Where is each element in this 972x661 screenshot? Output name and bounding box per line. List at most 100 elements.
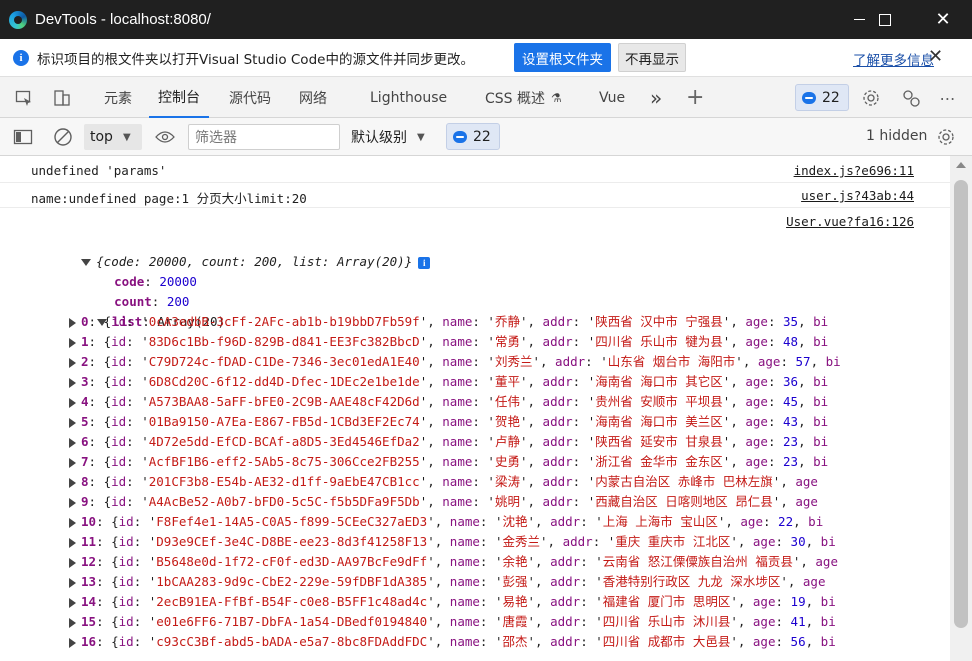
expand-triangle-icon	[69, 437, 76, 448]
console-output[interactable]: undefined 'params' index.js?e696:11 name…	[0, 156, 950, 661]
item-name: 董平	[494, 374, 520, 389]
item-id: C79D724c-fDAD-C1De-7346-3ec01edA1E40	[148, 354, 420, 369]
tab-lighthouse[interactable]: Lighthouse	[370, 77, 447, 118]
list-item[interactable]: 11: {id: 'D93e9CEf-3e4C-D8BE-ee23-8d3f41…	[69, 532, 836, 552]
list-item[interactable]: 10: {id: 'F8Fef4e1-14A5-C0A5-f899-5CEeC3…	[69, 512, 823, 532]
item-name: 常勇	[494, 334, 520, 349]
item-age: 30	[790, 534, 806, 549]
item-age: 36	[783, 374, 799, 389]
item-index: 1	[81, 334, 89, 349]
filter-placeholder: 筛选器	[195, 130, 237, 146]
expand-triangle-icon	[69, 377, 76, 388]
more-options-icon[interactable]: ⋯	[938, 88, 958, 108]
item-name-key: name	[442, 474, 473, 489]
list-item[interactable]: 14: {id: '2ecB91EA-FfBf-B54F-c0e8-B5FF1c…	[69, 592, 836, 612]
filter-input[interactable]: 筛选器	[188, 124, 340, 150]
item-age-key: age	[757, 354, 781, 369]
share-feedback-icon[interactable]	[901, 88, 921, 108]
more-tabs-icon[interactable]: »	[650, 77, 662, 118]
add-tab-icon[interactable]: +	[686, 77, 704, 118]
list-item[interactable]: 8: {id: '201CF3b8-E54b-AE32-d1ff-9aEbE47…	[69, 472, 818, 492]
learn-more-link[interactable]: 了解更多信息	[853, 49, 934, 69]
set-root-folder-button[interactable]: 设置根文件夹	[514, 43, 611, 72]
close-window-button[interactable]: ✕	[920, 0, 966, 39]
list-item[interactable]: 0: {id: '0cA3edbB-3cFf-2AFc-ab1b-b19bbD7…	[69, 312, 828, 332]
item-birth-key: bi	[813, 394, 829, 409]
item-index: 7	[81, 454, 89, 469]
tab-sources[interactable]: 源代码	[229, 77, 271, 118]
infobar-close-icon[interactable]: ✕	[928, 46, 943, 67]
item-age: 23	[783, 434, 799, 449]
expand-triangle-icon	[69, 317, 76, 328]
item-birth-key: bi	[808, 514, 824, 529]
list-item[interactable]: 12: {id: 'B5648e0d-1f72-cF0f-ed3D-AA97Bc…	[69, 552, 838, 572]
list-item[interactable]: 2: {id: 'C79D724c-fDAD-C1De-7346-3ec01ed…	[69, 352, 841, 372]
item-index: 12	[81, 554, 97, 569]
console-source-link[interactable]: index.js?e696:11	[794, 163, 914, 178]
list-item[interactable]: 6: {id: '4D72e5dd-EfCD-BCAf-a8D5-3Ed4546…	[69, 432, 828, 452]
live-expression-eye-icon[interactable]	[155, 127, 175, 147]
item-addr-key: addr	[550, 594, 581, 609]
item-name: 易艳	[502, 594, 528, 609]
item-addr-key: addr	[542, 394, 573, 409]
object-summary-row[interactable]: {code: 20000, count: 200, list: Array(20…	[36, 232, 431, 269]
item-addr: 内蒙古自治区 赤峰市 巴林左旗	[595, 474, 773, 489]
item-addr: 福建省 厦门市 思明区	[602, 594, 731, 609]
item-birth-key: bi	[813, 434, 829, 449]
item-index: 16	[81, 634, 97, 649]
context-selector[interactable]: top ▼	[84, 124, 142, 150]
settings-gear-icon[interactable]	[861, 88, 881, 108]
list-item[interactable]: 4: {id: 'A573BAA8-5aFF-bFE0-2C9B-AAE48cF…	[69, 392, 828, 412]
item-name: 姚明	[494, 494, 520, 509]
item-birth-key: bi	[813, 314, 829, 329]
item-id-key: id	[111, 434, 127, 449]
maximize-button[interactable]	[862, 0, 908, 39]
console-issues-badge[interactable]: 22	[446, 123, 500, 150]
clear-console-icon[interactable]	[53, 127, 73, 147]
list-item[interactable]: 9: {id: 'A4AcBe52-A0b7-bFD0-5c5C-f5b5DFa…	[69, 492, 818, 512]
scroll-up-icon[interactable]	[956, 162, 966, 168]
item-addr-key: addr	[542, 374, 573, 389]
item-age: 23	[783, 454, 799, 469]
item-name: 余艳	[502, 554, 528, 569]
item-index: 6	[81, 434, 89, 449]
device-emulation-icon[interactable]	[52, 88, 72, 108]
tab-vue[interactable]: Vue	[599, 77, 625, 118]
hidden-messages-count[interactable]: 1 hidden	[866, 128, 927, 144]
console-scrollbar[interactable]	[950, 156, 972, 661]
item-addr: 四川省 乐山市 犍为县	[595, 334, 723, 349]
console-toolbar: top ▼ 筛选器 默认级别 ▼ 22 1 hidden	[0, 118, 972, 156]
item-age-key: age	[752, 634, 776, 649]
console-message-text: name:undefined page:1 分页大小limit:20	[31, 191, 307, 206]
log-level-selector[interactable]: 默认级别 ▼	[351, 124, 425, 150]
issues-badge[interactable]: 22	[795, 84, 849, 111]
tab-network[interactable]: 网络	[299, 77, 327, 118]
item-age: 43	[783, 414, 799, 429]
list-item[interactable]: 7: {id: 'AcfBF1B6-eff2-5Ab5-8c75-306Cce2…	[69, 452, 828, 472]
console-message: User.vue?fa16:126	[0, 210, 950, 234]
list-item[interactable]: 5: {id: '01Ba9150-A7Ea-E867-FB5d-1CBd3EF…	[69, 412, 828, 432]
tab-console[interactable]: 控制台	[149, 77, 209, 118]
property-list[interactable]: list: Array(20)	[52, 292, 225, 329]
tab-elements[interactable]: 元素	[104, 77, 132, 118]
console-source-link[interactable]: user.js?43ab:44	[801, 188, 914, 203]
item-index: 3	[81, 374, 89, 389]
infobar: i 标识项目的根文件夹以打开Visual Studio Code中的源文件并同步…	[0, 39, 972, 77]
item-name-key: name	[449, 634, 480, 649]
tab-css-overview[interactable]: CSS 概述 ⚗	[485, 77, 562, 118]
console-source-link[interactable]: User.vue?fa16:126	[786, 214, 914, 229]
inspect-element-icon[interactable]	[14, 88, 34, 108]
item-id-key: id	[111, 494, 127, 509]
item-age: 48	[783, 334, 799, 349]
list-item[interactable]: 3: {id: '6D8Cd20C-6f12-dd4D-Dfec-1DEc2e1…	[69, 372, 828, 392]
list-item[interactable]: 13: {id: '1bCAA283-9d9c-CbE2-229e-59fDBF…	[69, 572, 825, 592]
list-item[interactable]: 16: {id: 'c93cC3Bf-abd5-bADA-e5a7-8bc8FD…	[69, 632, 836, 652]
dont-show-again-button[interactable]: 不再显示	[618, 43, 686, 72]
item-index: 2	[81, 354, 89, 369]
item-index: 10	[81, 514, 97, 529]
console-settings-gear-icon[interactable]	[936, 127, 956, 147]
sidebar-toggle-icon[interactable]	[13, 127, 33, 147]
list-item[interactable]: 1: {id: '83D6c1Bb-f96D-829B-d841-EE3Fc38…	[69, 332, 828, 352]
scroll-thumb[interactable]	[954, 180, 968, 628]
list-item[interactable]: 15: {id: 'e01e6FF6-71B7-DbFA-1a54-DBedf0…	[69, 612, 836, 632]
